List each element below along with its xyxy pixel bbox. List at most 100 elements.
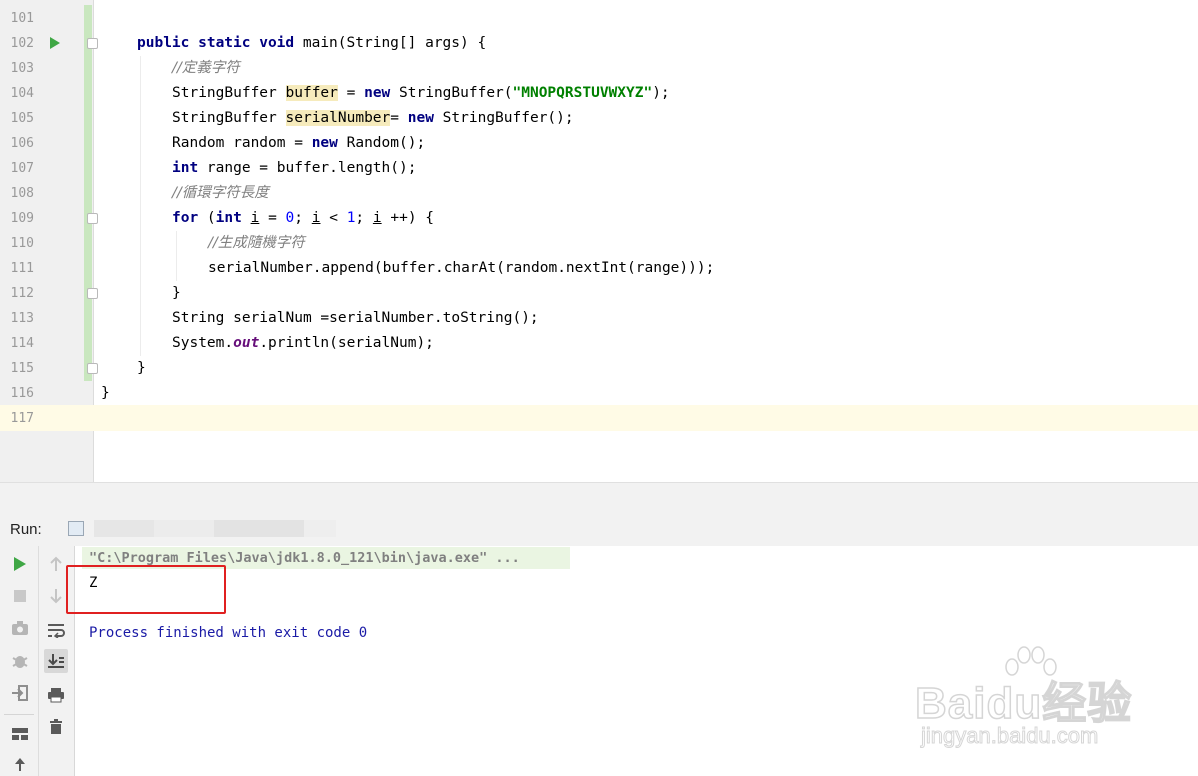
code-text: }: [101, 385, 110, 401]
line-number: 103: [10, 61, 34, 76]
watermark-domain: jingyan.baidu.com: [920, 723, 1099, 749]
fold-icon[interactable]: [87, 38, 98, 49]
run-icon[interactable]: [8, 552, 32, 576]
comment: //定義字符: [172, 60, 240, 76]
code-line-116[interactable]: }: [101, 381, 110, 406]
code-text: StringBuffer();: [433, 110, 574, 126]
blurred-tab-name[interactable]: [304, 520, 336, 537]
run-panel-title: Run:: [10, 521, 42, 538]
blurred-tab-name[interactable]: [214, 520, 304, 537]
print-icon[interactable]: [44, 683, 68, 707]
fold-icon[interactable]: [87, 363, 98, 374]
keyword: new: [364, 85, 391, 101]
down-arrow-icon[interactable]: [44, 584, 68, 608]
code-text: StringBuffer: [172, 110, 286, 126]
code-line-106[interactable]: Random random = new Random();: [172, 131, 425, 156]
line-number: 106: [10, 136, 34, 151]
blurred-tab-name[interactable]: [154, 520, 214, 537]
up-arrow-icon[interactable]: [44, 552, 68, 576]
code-text: Random();: [337, 135, 426, 151]
trash-icon[interactable]: [44, 715, 68, 739]
keyword: new: [311, 135, 338, 151]
code-text: String serialNum =serialNumber.toString(…: [172, 310, 539, 326]
line-number: 113: [10, 311, 34, 326]
code-text: ++) {: [381, 210, 435, 226]
code-line-107[interactable]: int range = buffer.length();: [172, 156, 416, 181]
comment: //生成隨機字符: [208, 235, 305, 251]
console-exit-message: Process finished with exit code 0: [89, 625, 368, 641]
code-text: ;: [294, 210, 312, 226]
code-line-104[interactable]: StringBuffer buffer = new StringBuffer("…: [172, 81, 670, 106]
panel-splitter[interactable]: [0, 482, 1198, 513]
output-highlight-annotation: [66, 565, 226, 614]
keyword: for: [172, 210, 199, 226]
code-text: range = buffer.length();: [198, 160, 417, 176]
code-text: =: [259, 210, 286, 226]
indent-guide: [140, 56, 141, 356]
loop-variable: i: [372, 210, 382, 226]
code-text: <: [320, 210, 347, 226]
soft-wrap-icon[interactable]: [44, 618, 68, 642]
scroll-to-end-icon[interactable]: [44, 649, 68, 673]
code-editor[interactable]: 101 102 103 104 105 106 107 108 109 110 …: [0, 0, 1198, 482]
code-text: Random random =: [172, 135, 312, 151]
code-line-113[interactable]: String serialNum =serialNumber.toString(…: [172, 306, 539, 331]
run-main-icon[interactable]: [50, 37, 60, 49]
keyword: new: [407, 110, 434, 126]
line-number: 115: [10, 361, 34, 376]
string-literal: "MNOPQRSTUVWXYZ": [512, 85, 653, 101]
line-number: 102: [10, 36, 34, 51]
line-number: 109: [10, 211, 34, 226]
keyword: int: [172, 160, 199, 176]
code-line-111[interactable]: serialNumber.append(buffer.charAt(random…: [208, 256, 714, 281]
line-number: 116: [10, 386, 34, 401]
line-number: 104: [10, 86, 34, 101]
code-line-109[interactable]: for (int i = 0; i < 1; i ++) {: [172, 206, 434, 231]
line-number: 112: [10, 286, 34, 301]
line-number: 110: [10, 236, 34, 251]
fold-icon[interactable]: [87, 213, 98, 224]
code-line-114[interactable]: System.out.println(serialNum);: [172, 331, 434, 356]
code-line-112[interactable]: }: [172, 281, 181, 306]
keyword: public static void: [137, 35, 295, 51]
line-number: 108: [10, 186, 34, 201]
login-icon[interactable]: [8, 681, 32, 705]
current-line-highlight: [0, 405, 1198, 431]
fold-icon[interactable]: [87, 288, 98, 299]
comment: //循環字符長度: [172, 185, 269, 201]
keyword: int: [215, 210, 242, 226]
run-config-icon: [68, 521, 84, 536]
code-line-108[interactable]: //循環字符長度: [172, 181, 269, 206]
code-text: (: [198, 210, 216, 226]
layout-icon[interactable]: [8, 722, 32, 746]
debug-icon[interactable]: [8, 649, 32, 673]
pin-icon[interactable]: [8, 752, 32, 776]
camera-icon[interactable]: [8, 616, 32, 640]
number-literal: 0: [285, 210, 295, 226]
code-text: System.: [172, 335, 234, 351]
code-line-115[interactable]: }: [137, 356, 146, 381]
stop-icon[interactable]: [8, 584, 32, 608]
code-text: =: [337, 85, 365, 101]
toolbar-separator: [4, 714, 34, 715]
line-number: 111: [10, 261, 34, 276]
code-text: serialNumber.append(buffer.charAt(random…: [208, 260, 715, 276]
code-text: );: [652, 85, 670, 101]
variable-serialNumber: serialNumber: [285, 110, 391, 126]
code-line-102[interactable]: public static void main(String[] args) {: [137, 31, 486, 56]
watermark-brand: Baidu经验: [914, 678, 1133, 729]
run-toolbar: [0, 546, 39, 776]
line-number: 117: [10, 411, 34, 426]
code-text: }: [172, 285, 181, 301]
run-panel-header: Run:: [0, 512, 1198, 547]
blurred-tab-name[interactable]: [94, 520, 154, 537]
code-line-105[interactable]: StringBuffer serialNumber= new StringBuf…: [172, 106, 574, 131]
variable-buffer: buffer: [285, 85, 338, 101]
code-line-110[interactable]: //生成隨機字符: [208, 231, 305, 256]
line-number: 114: [10, 336, 34, 351]
code-text: ;: [355, 210, 373, 226]
vcs-change-marker[interactable]: [84, 5, 92, 381]
code-line-103[interactable]: //定義字符: [172, 56, 240, 81]
code-text: .println(serialNum);: [259, 335, 434, 351]
